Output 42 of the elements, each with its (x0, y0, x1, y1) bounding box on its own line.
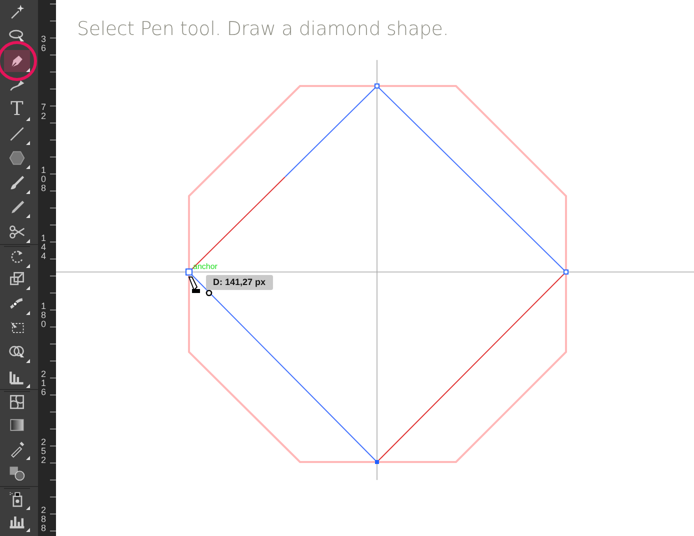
flyout-icon (26, 528, 30, 532)
anchor-point[interactable] (564, 270, 568, 274)
flyout-icon (26, 384, 30, 388)
flyout-icon (26, 68, 30, 72)
scissors-icon (8, 222, 26, 241)
distance-tooltip: D: 141,27 px (206, 275, 273, 290)
flyout-icon (26, 264, 30, 268)
flyout-icon (26, 310, 30, 315)
flyout-icon (26, 238, 30, 243)
hexagon-icon (8, 149, 26, 168)
ruler-label: 216 (41, 370, 48, 397)
type-tool-button[interactable]: T (4, 98, 30, 121)
blend-icon (8, 464, 26, 482)
anchor-label: anchor (193, 262, 218, 271)
ruler-label: 72 (41, 103, 48, 121)
eyedropper-icon (8, 440, 26, 458)
flyout-icon (26, 506, 30, 510)
ruler-label: 144 (41, 234, 48, 261)
flyout-icon (26, 359, 30, 364)
flyout-icon (26, 190, 30, 194)
brush-icon (8, 174, 26, 192)
anchor-point[interactable] (374, 84, 380, 88)
ruler-label: 180 (41, 302, 48, 329)
line-icon (8, 124, 26, 143)
flyout-icon (26, 456, 30, 460)
anchor-point[interactable] (186, 268, 192, 276)
rotate-tool-button[interactable] (4, 246, 30, 268)
ruler-label: 252 (41, 438, 48, 465)
flyout-icon (26, 116, 30, 121)
ruler-label: 36 (41, 35, 48, 53)
flyout-icon (26, 214, 30, 218)
ruler-label: 108 (41, 166, 48, 193)
instruction-text: Select Pen tool. Draw a diamond shape. (77, 17, 449, 42)
flyout-icon (26, 286, 30, 290)
spray-can-tool-button[interactable] (4, 488, 30, 510)
mesh-icon (8, 393, 26, 412)
flyout-icon (26, 165, 30, 170)
magic-wand-icon (8, 3, 26, 21)
ruler-label: 288 (41, 506, 48, 533)
pen-tool-button[interactable] (4, 50, 30, 72)
flyout-icon (26, 140, 30, 145)
pen-cursor-icon (188, 276, 212, 296)
